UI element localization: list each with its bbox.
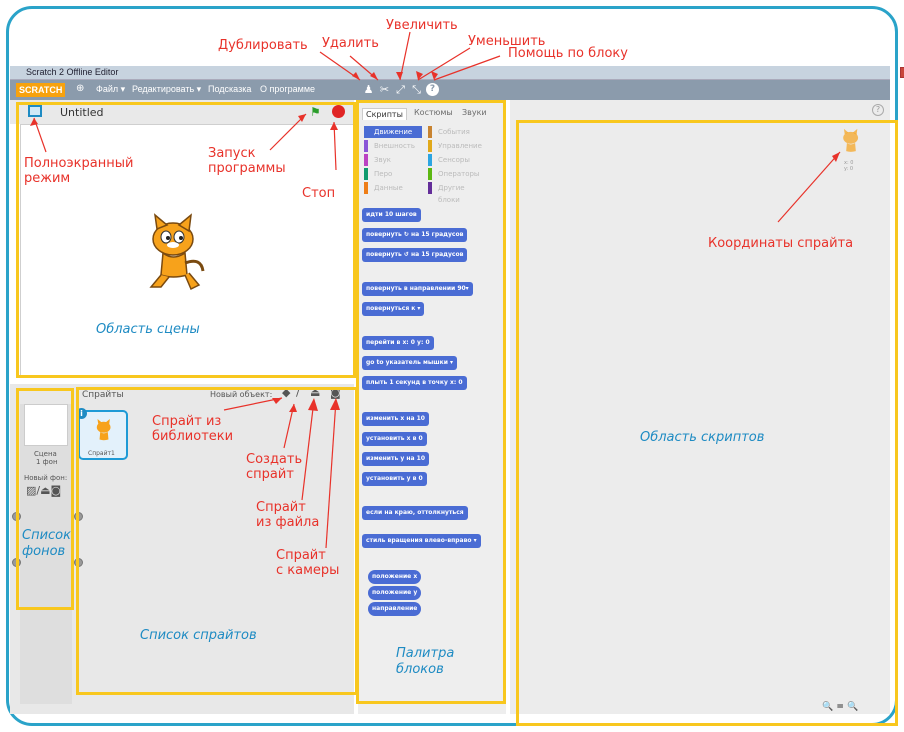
label-backdrop-list: Список фонов xyxy=(22,528,71,559)
label-stage-area: Область сцены xyxy=(96,322,200,337)
annotation-create-sprite: Создать спрайт xyxy=(246,452,303,482)
annotation-fullscreen: Полноэкранный режим xyxy=(24,156,134,186)
annotation-arrows xyxy=(30,31,841,549)
label-block-palette: Палитра блоков xyxy=(396,646,455,677)
annotation-sprite-library: Спрайт из библиотеки xyxy=(152,414,234,444)
annotation-delete: Удалить xyxy=(322,36,379,51)
label-sprite-list: Список спрайтов xyxy=(140,628,257,643)
annotation-duplicate: Дублировать xyxy=(218,38,308,53)
annotation-sprite-coords: Координаты спрайта xyxy=(708,236,854,251)
annotation-grow: Увеличить xyxy=(386,18,458,33)
annotation-run: Запуск программы xyxy=(208,146,286,176)
label-script-area: Область скриптов xyxy=(640,430,765,445)
annotation-block-help: Помощь по блоку xyxy=(508,46,628,61)
annotation-sprite-from-file: Спрайт из файла xyxy=(256,500,320,530)
annotation-stop: Стоп xyxy=(302,186,336,201)
annotation-sprite-from-camera: Спрайт с камеры xyxy=(276,548,340,578)
